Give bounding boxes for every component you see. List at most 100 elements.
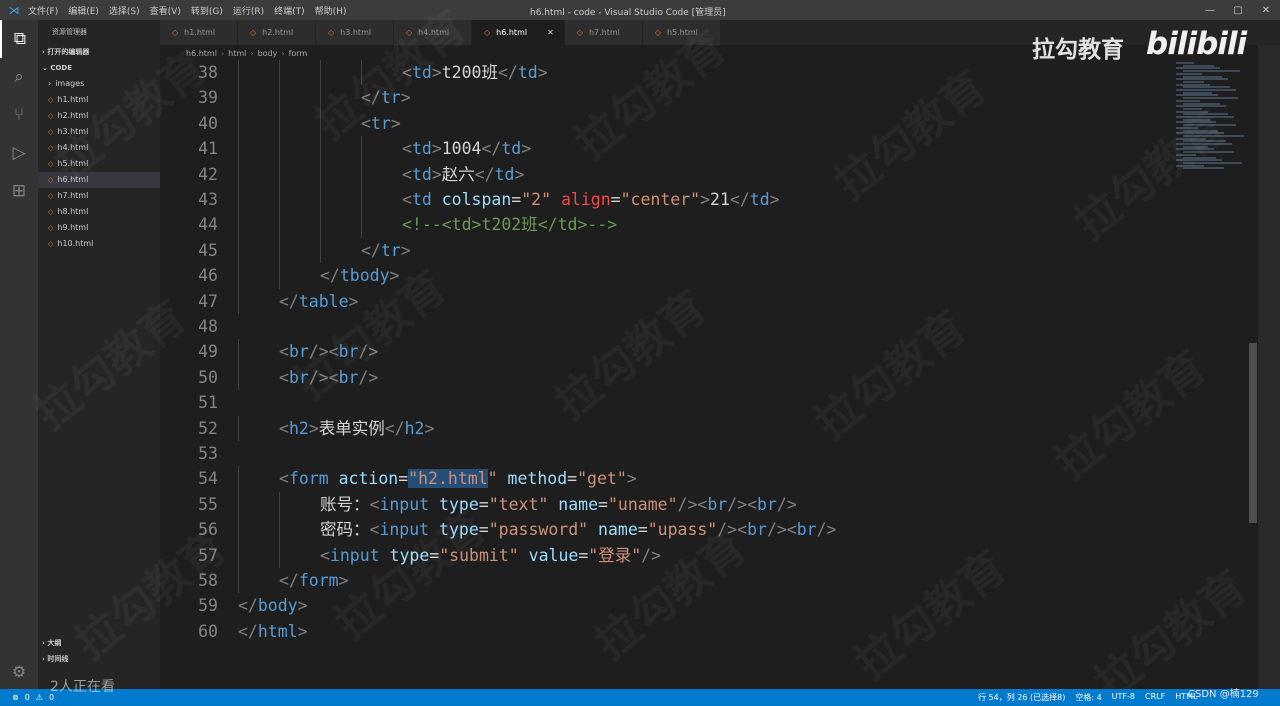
- scrollbar-thumb[interactable]: [1249, 343, 1257, 523]
- run-debug-icon[interactable]: ▷: [0, 134, 38, 172]
- tree-item-file[interactable]: ◇ h9.html: [38, 220, 160, 236]
- tree-item-file[interactable]: ◇ h4.html: [38, 140, 160, 156]
- breadcrumb-body[interactable]: body: [258, 49, 278, 58]
- folder-section[interactable]: ⌄ CODE: [38, 60, 160, 76]
- code-line[interactable]: 47 </table>: [160, 289, 1248, 314]
- code-editor[interactable]: 38 <td>t200班</td> 39 </tr> 40 <tr> 41 <td>1004<…: [160, 60, 1248, 689]
- code-line[interactable]: 57 <input type="submit" value="登录"/>: [160, 543, 1248, 568]
- timeline-section[interactable]: › 时间线: [38, 651, 160, 667]
- code-line[interactable]: 46 </tbody>: [160, 263, 1248, 288]
- open-editors-label: 打开的编辑器: [47, 48, 90, 56]
- breadcrumb-file[interactable]: h6.html: [186, 49, 217, 58]
- code-token: "submit": [439, 545, 519, 565]
- code-token: type: [389, 545, 430, 565]
- gear-icon[interactable]: ⚙: [0, 662, 38, 681]
- menu-file[interactable]: 文件(F): [28, 4, 58, 17]
- tree-item-file-selected[interactable]: ◇ h6.html: [38, 172, 160, 188]
- indent-guide: [320, 85, 321, 111]
- tree-item-file[interactable]: ◇ h7.html: [38, 188, 160, 204]
- code-line[interactable]: 49 <br/><br/>: [160, 339, 1248, 364]
- menu-help[interactable]: 帮助(H): [315, 4, 347, 17]
- code-token: 密码：: [320, 520, 370, 540]
- explorer-icon[interactable]: ⧉: [0, 20, 38, 58]
- code-line[interactable]: 56 密码：<input type="password" name="upass"…: [160, 517, 1248, 542]
- chevron-right-icon: ›: [281, 49, 285, 58]
- close-window-button[interactable]: ✕: [1252, 0, 1280, 20]
- code-line[interactable]: 55 账号：<input type="text" name="uname"/><b…: [160, 492, 1248, 517]
- code-line[interactable]: 44 <!--<td>t202班</td>-->: [160, 212, 1248, 237]
- code-line[interactable]: 58 </form>: [160, 568, 1248, 593]
- tree-item-file[interactable]: ◇ h8.html: [38, 204, 160, 220]
- indentation[interactable]: 空格: 4: [1075, 692, 1101, 703]
- indent-guide: [238, 212, 239, 238]
- menu-edit[interactable]: 编辑(E): [68, 4, 99, 17]
- menu-selection[interactable]: 选择(S): [109, 4, 140, 17]
- minimap-line: [1183, 151, 1234, 154]
- code-line[interactable]: 52 <h2>表单实例</h2>: [160, 416, 1248, 441]
- menu-view[interactable]: 查看(V): [150, 4, 181, 17]
- tree-item-file[interactable]: ◇ h2.html: [38, 108, 160, 124]
- minimize-button[interactable]: —: [1196, 0, 1224, 20]
- code-token: method: [507, 469, 568, 489]
- cursor-position[interactable]: 行 54，列 26 (已选择8): [978, 692, 1065, 703]
- code-token: "get": [577, 469, 627, 489]
- breadcrumb-form[interactable]: form: [289, 49, 308, 58]
- code-line[interactable]: 60 </html>: [160, 619, 1248, 644]
- code-text: <td colspan="2" align="center">21</td>: [402, 187, 780, 212]
- code-line[interactable]: 59 </body>: [160, 593, 1248, 618]
- code-token: /><: [308, 342, 339, 362]
- code-line[interactable]: 43 <td colspan="2" align="center">21</td>: [160, 187, 1248, 212]
- code-token: <: [279, 418, 289, 438]
- minimap-line: [1183, 102, 1220, 105]
- tree-item-file[interactable]: ◇ h5.html: [38, 156, 160, 172]
- code-line[interactable]: 50 <br/><br/>: [160, 365, 1248, 390]
- minimap-line: [1183, 107, 1202, 110]
- tab-label: h3.html: [340, 28, 372, 37]
- code-line[interactable]: 42 <td>赵六</td>: [160, 162, 1248, 187]
- code-line[interactable]: 54 <form action="h2.html" method="get">: [160, 466, 1248, 491]
- minimap-line: [1176, 83, 1210, 86]
- code-line[interactable]: 45 </tr>: [160, 238, 1248, 263]
- breadcrumb-html[interactable]: html: [228, 49, 246, 58]
- tab-h1[interactable]: ◇ h1.html: [160, 20, 238, 45]
- tab-h2[interactable]: ◇ h2.html: [238, 20, 316, 45]
- line-number: 44: [198, 215, 218, 235]
- indent-guide: [238, 85, 239, 111]
- code-token: >: [308, 418, 319, 438]
- code-line[interactable]: 51: [160, 390, 1248, 415]
- maximize-button[interactable]: ▢: [1224, 0, 1252, 20]
- source-control-icon[interactable]: ⑂: [0, 96, 38, 134]
- extensions-icon[interactable]: ⊞: [0, 172, 38, 210]
- line-number: 55: [198, 494, 218, 514]
- indent-guide: [320, 212, 321, 238]
- tab-h6-active[interactable]: ◇ h6.html ✕: [472, 20, 565, 45]
- code-token: td: [411, 139, 432, 159]
- menu-terminal[interactable]: 终端(T): [274, 4, 305, 17]
- tab-h4[interactable]: ◇ h4.html: [394, 20, 472, 45]
- code-line[interactable]: 53: [160, 441, 1248, 466]
- tree-item-file[interactable]: ◇ h3.html: [38, 124, 160, 140]
- status-problems[interactable]: ⊗ 0 ⚠ 0: [0, 693, 54, 702]
- tab-h7[interactable]: ◇ h7.html: [564, 20, 643, 45]
- search-icon[interactable]: ⌕: [0, 58, 38, 96]
- open-editors-section[interactable]: › 打开的编辑器: [38, 44, 160, 60]
- outline-section[interactable]: › 大纲: [38, 635, 160, 651]
- minimap[interactable]: [1172, 62, 1248, 172]
- code-token: </: [238, 621, 258, 641]
- code-line[interactable]: 40 <tr>: [160, 111, 1248, 136]
- minimap-line: [1183, 118, 1210, 121]
- code-line[interactable]: 39 </tr>: [160, 85, 1248, 110]
- tab-h3[interactable]: ◇ h3.html: [316, 20, 394, 45]
- tab-h5[interactable]: ◇ h5.html: [642, 20, 721, 45]
- code-token: br: [707, 494, 728, 514]
- line-ending[interactable]: CRLF: [1145, 692, 1165, 703]
- tree-item-images[interactable]: › images: [38, 76, 160, 92]
- tree-item-file[interactable]: ◇ h1.html: [38, 92, 160, 108]
- code-line[interactable]: 41 <td>1004</td>: [160, 136, 1248, 161]
- menu-run[interactable]: 运行(R): [233, 4, 264, 17]
- encoding[interactable]: UTF-8: [1112, 692, 1135, 703]
- code-line[interactable]: 48: [160, 314, 1248, 339]
- tree-item-file[interactable]: ◇ h10.html: [38, 236, 160, 252]
- menu-go[interactable]: 转到(G): [191, 4, 223, 17]
- close-icon[interactable]: ✕: [547, 28, 554, 37]
